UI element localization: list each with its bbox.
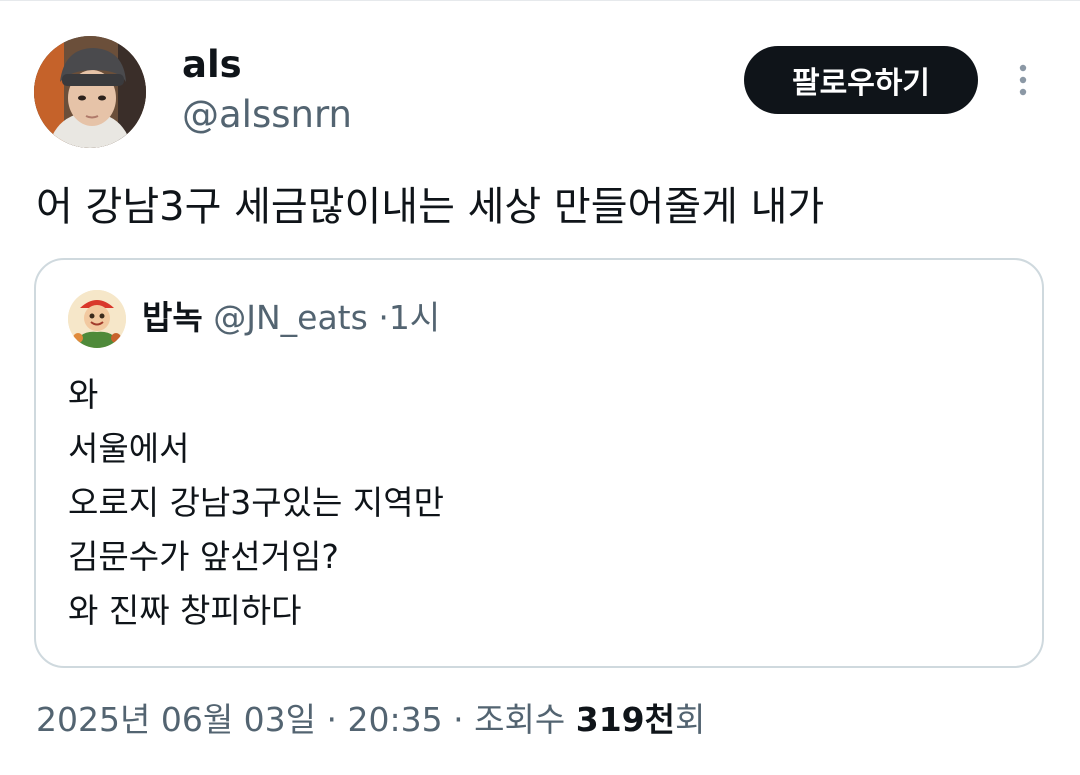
tweet-time[interactable]: 20:35 (348, 700, 443, 739)
quoted-text-line: 와 진짜 창피하다 (68, 591, 302, 630)
quoted-author-name[interactable]: 밥녹 (142, 298, 203, 337)
follow-button[interactable]: 팔로우하기 (744, 46, 978, 114)
cartoon-mascot-icon (68, 290, 126, 348)
top-divider (0, 0, 1080, 1)
tweet-meta: 2025년 06월 03일 · 20:35 · 조회수 319천회 (36, 698, 705, 742)
author-name[interactable]: als (182, 42, 242, 88)
more-dots-icon (1019, 64, 1027, 96)
tweet-text: 어 강남3구 세금많이내는 세상 만들어줄게 내가 (36, 184, 825, 230)
meta-separator: · (326, 700, 338, 739)
views-count[interactable]: 319천 (576, 700, 675, 739)
more-vertical-icon[interactable] (1008, 60, 1038, 100)
quoted-author-handle[interactable]: @JN_eats (213, 298, 368, 337)
quoted-text-line: 서울에서 (68, 429, 190, 468)
quoted-author-avatar[interactable] (68, 290, 126, 348)
quoted-time[interactable]: 1시 (389, 298, 440, 337)
profile-photo-icon (34, 36, 146, 148)
quoted-text-line: 김문수가 앞선거임? (68, 537, 339, 576)
author-handle[interactable]: @alssnrn (182, 92, 352, 138)
meta-separator: · (453, 700, 464, 739)
tweet-date[interactable]: 2025년 06월 03일 (36, 700, 316, 739)
quoted-text-line: 와 (68, 375, 99, 414)
views-suffix: 회 (674, 700, 706, 739)
quoted-tweet-text: 와 서울에서 오로지 강남3구있는 지역만 김문수가 앞선거임? 와 진짜 창피… (68, 368, 444, 638)
author-avatar[interactable] (34, 36, 146, 148)
quoted-tweet-header: 밥녹 @JN_eats ·1시 (142, 296, 440, 340)
quoted-tweet-card[interactable]: 밥녹 @JN_eats ·1시 와 서울에서 오로지 강남3구있는 지역만 김문… (34, 258, 1044, 668)
quoted-time-separator: · (378, 298, 389, 337)
quoted-text-line: 오로지 강남3구있는 지역만 (68, 483, 444, 522)
views-label: 조회수 (474, 700, 566, 739)
